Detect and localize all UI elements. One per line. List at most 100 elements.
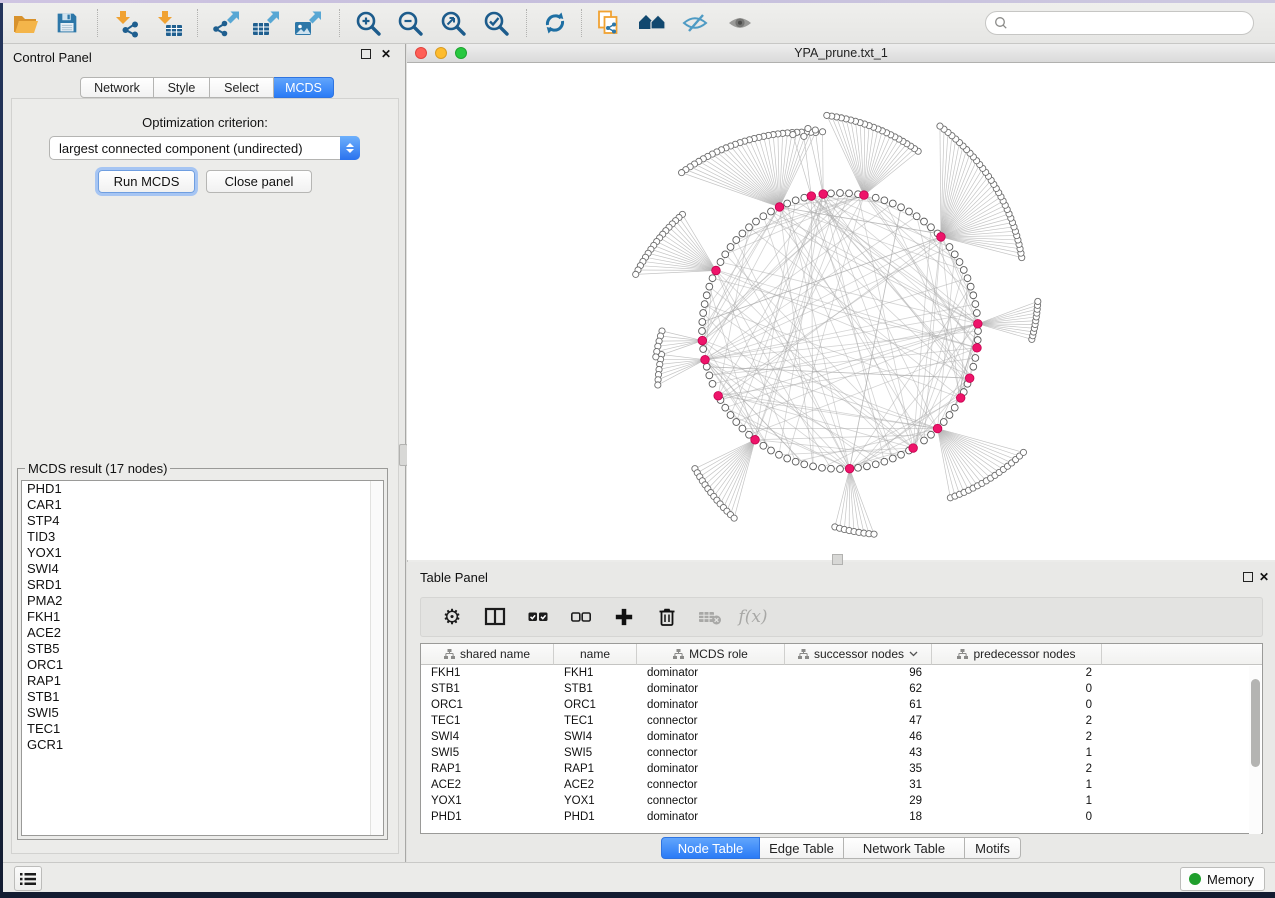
- table-cell[interactable]: [1102, 697, 1262, 713]
- zoom-fit-button[interactable]: [434, 6, 472, 40]
- table-cell[interactable]: RAP1: [421, 761, 554, 777]
- table-row[interactable]: SWI4SWI4dominator462: [421, 729, 1262, 745]
- table-cell[interactable]: SWI5: [554, 745, 637, 761]
- show-columns-button[interactable]: [482, 604, 508, 630]
- mcds-result-item[interactable]: GCR1: [22, 737, 383, 753]
- search-field[interactable]: [985, 11, 1254, 35]
- column-header-mcds-role[interactable]: MCDS role: [637, 644, 785, 665]
- table-cell[interactable]: 2: [932, 729, 1102, 745]
- table-cell[interactable]: dominator: [637, 809, 785, 825]
- mcds-result-item[interactable]: TEC1: [22, 721, 383, 737]
- mcds-result-item[interactable]: SWI5: [22, 705, 383, 721]
- table-cell[interactable]: FKH1: [421, 665, 554, 681]
- memory-button[interactable]: Memory: [1180, 867, 1265, 891]
- criterion-select[interactable]: largest connected component (undirected): [49, 136, 360, 160]
- add-column-button[interactable]: [611, 604, 637, 630]
- table-cell[interactable]: dominator: [637, 665, 785, 681]
- table-cell[interactable]: [1102, 777, 1262, 793]
- delete-column-button[interactable]: [654, 604, 680, 630]
- table-cell[interactable]: TEC1: [554, 713, 637, 729]
- deselect-all-button[interactable]: [568, 604, 594, 630]
- table-cell[interactable]: [1102, 809, 1262, 825]
- float-table-panel-icon[interactable]: [1243, 572, 1253, 582]
- table-cell[interactable]: [1102, 793, 1262, 809]
- refresh-button[interactable]: [536, 6, 574, 40]
- table-cell[interactable]: 29: [785, 793, 932, 809]
- close-panel-icon[interactable]: ✕: [381, 47, 391, 61]
- table-cell[interactable]: YOX1: [421, 793, 554, 809]
- tab-style[interactable]: Style: [154, 77, 210, 98]
- table-cell[interactable]: STB1: [421, 681, 554, 697]
- mcds-result-item[interactable]: STB5: [22, 641, 383, 657]
- table-cell[interactable]: 62: [785, 681, 932, 697]
- table-cell[interactable]: RAP1: [554, 761, 637, 777]
- table-scrollbar-thumb[interactable]: [1251, 679, 1260, 767]
- table-row[interactable]: RAP1RAP1dominator352: [421, 761, 1262, 777]
- table-cell[interactable]: 31: [785, 777, 932, 793]
- table-cell[interactable]: [1102, 713, 1262, 729]
- column-header-name[interactable]: name: [554, 644, 637, 665]
- tab-network[interactable]: Network: [80, 77, 154, 98]
- table-cell[interactable]: ACE2: [421, 777, 554, 793]
- table-cell[interactable]: 1: [932, 793, 1102, 809]
- table-cell[interactable]: connector: [637, 745, 785, 761]
- table-scrollbar-track[interactable]: [1249, 666, 1261, 834]
- table-cell[interactable]: 18: [785, 809, 932, 825]
- table-cell[interactable]: FKH1: [554, 665, 637, 681]
- table-row[interactable]: STB1STB1dominator620: [421, 681, 1262, 697]
- export-table-button[interactable]: [246, 6, 284, 40]
- table-cell[interactable]: 2: [932, 665, 1102, 681]
- table-cell[interactable]: 61: [785, 697, 932, 713]
- open-session-button[interactable]: [6, 6, 44, 40]
- table-cell[interactable]: dominator: [637, 681, 785, 697]
- table-row[interactable]: ORC1ORC1dominator610: [421, 697, 1262, 713]
- mcds-result-item[interactable]: SRD1: [22, 577, 383, 593]
- table-cell[interactable]: 43: [785, 745, 932, 761]
- table-row[interactable]: PHD1PHD1dominator180: [421, 809, 1262, 825]
- close-panel-button[interactable]: Close panel: [206, 170, 312, 193]
- table-row[interactable]: TEC1TEC1connector472: [421, 713, 1262, 729]
- table-cell[interactable]: [1102, 665, 1262, 681]
- table-settings-button[interactable]: ⚙: [439, 604, 465, 630]
- first-neighbors-button[interactable]: [633, 6, 671, 40]
- table-cell[interactable]: SWI5: [421, 745, 554, 761]
- table-cell[interactable]: [1102, 729, 1262, 745]
- table-cell[interactable]: [1102, 761, 1262, 777]
- table-cell[interactable]: ACE2: [554, 777, 637, 793]
- table-cell[interactable]: 0: [932, 809, 1102, 825]
- mcds-result-item[interactable]: STP4: [22, 513, 383, 529]
- column-header-successor-nodes[interactable]: successor nodes: [785, 644, 932, 665]
- network-canvas[interactable]: [407, 63, 1275, 560]
- run-mcds-button[interactable]: Run MCDS: [98, 170, 195, 193]
- tab-mcds[interactable]: MCDS: [274, 77, 334, 98]
- table-cell[interactable]: 1: [932, 777, 1102, 793]
- show-all-button[interactable]: [721, 6, 759, 40]
- table-cell[interactable]: TEC1: [421, 713, 554, 729]
- mcds-result-item[interactable]: PMA2: [22, 593, 383, 609]
- mcds-result-item[interactable]: ORC1: [22, 657, 383, 673]
- mcds-result-list[interactable]: PHD1CAR1STP4TID3YOX1SWI4SRD1PMA2FKH1ACE2…: [21, 480, 384, 836]
- table-cell[interactable]: ORC1: [554, 697, 637, 713]
- mcds-list-scrollbar[interactable]: [370, 481, 383, 835]
- clone-network-button[interactable]: [590, 6, 628, 40]
- close-table-panel-icon[interactable]: ✕: [1259, 570, 1269, 584]
- table-row[interactable]: SWI5SWI5connector431: [421, 745, 1262, 761]
- import-table-button[interactable]: [150, 6, 188, 40]
- search-input[interactable]: [1008, 16, 1253, 30]
- column-header-shared-name[interactable]: shared name: [421, 644, 554, 665]
- table-cell[interactable]: [1102, 745, 1262, 761]
- table-cell[interactable]: dominator: [637, 697, 785, 713]
- table-cell[interactable]: 47: [785, 713, 932, 729]
- horizontal-splitter-handle[interactable]: [832, 554, 843, 565]
- mcds-result-item[interactable]: RAP1: [22, 673, 383, 689]
- zoom-out-button[interactable]: [391, 6, 429, 40]
- tab-edge-table[interactable]: Edge Table: [760, 837, 844, 859]
- table-cell[interactable]: STB1: [554, 681, 637, 697]
- save-session-button[interactable]: [48, 6, 86, 40]
- zoom-selected-button[interactable]: [477, 6, 515, 40]
- mcds-result-item[interactable]: ACE2: [22, 625, 383, 641]
- table-cell[interactable]: connector: [637, 713, 785, 729]
- network-window-titlebar[interactable]: YPA_prune.txt_1: [407, 44, 1275, 63]
- tab-motifs[interactable]: Motifs: [965, 837, 1021, 859]
- table-cell[interactable]: 0: [932, 697, 1102, 713]
